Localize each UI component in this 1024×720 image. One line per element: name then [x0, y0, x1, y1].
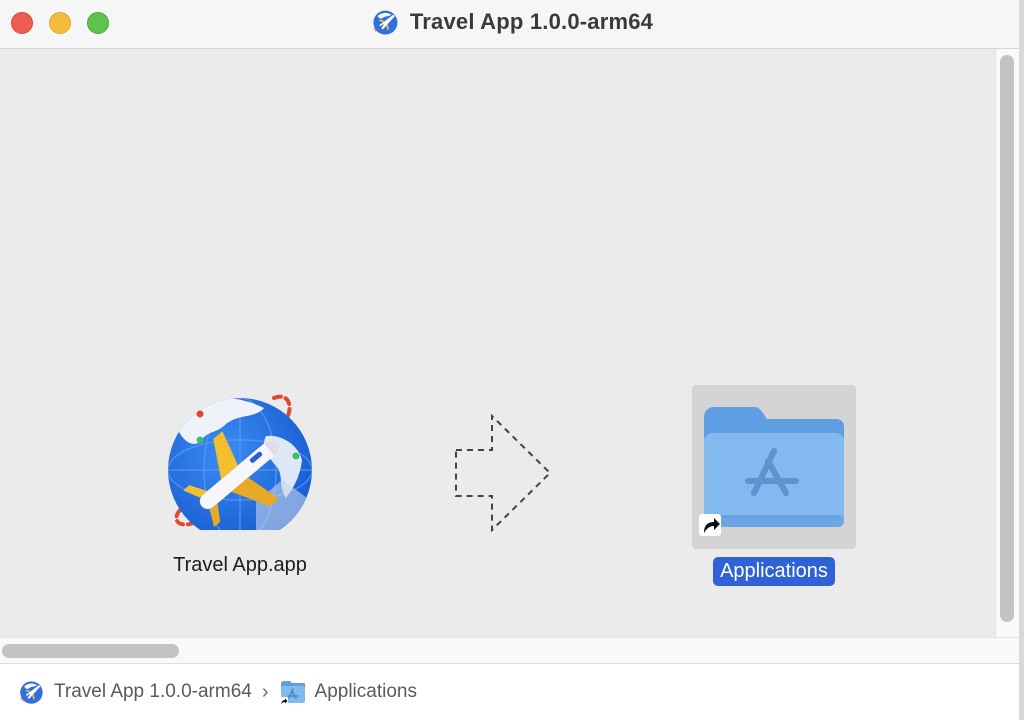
applications-folder-item[interactable]: Applications — [692, 385, 856, 586]
title-bar[interactable]: Travel App 1.0.0-arm64 — [0, 0, 1024, 49]
path-crumb-applications[interactable]: Applications — [279, 678, 417, 706]
applications-folder-icon — [279, 681, 305, 705]
travel-app-globe-icon — [20, 681, 43, 704]
app-item[interactable]: Travel App.app — [140, 390, 340, 579]
app-item-label[interactable]: Travel App.app — [166, 552, 314, 579]
applications-label[interactable]: Applications — [713, 557, 835, 586]
path-crumb-applications-label: Applications — [314, 681, 417, 702]
dashed-right-arrow-icon — [455, 413, 552, 533]
window-edge — [1019, 0, 1024, 720]
alias-arrow-icon — [699, 514, 721, 536]
vertical-scrollbar-thumb[interactable] — [1000, 55, 1014, 622]
path-crumb-volume[interactable]: Travel App 1.0.0-arm64 — [18, 678, 252, 706]
travel-app-globe-icon[interactable] — [160, 390, 320, 530]
window-title-text: Travel App 1.0.0-arm64 — [409, 9, 654, 34]
horizontal-scrollbar-thumb[interactable] — [2, 644, 179, 658]
finder-window: Travel App 1.0.0-arm64 Travel App.app Ap… — [0, 0, 1024, 720]
applications-folder-icon[interactable] — [700, 403, 848, 531]
folder-selection-highlight[interactable] — [692, 385, 856, 549]
chevron-right-icon: › — [261, 680, 269, 703]
window-title: Travel App 1.0.0-arm64 — [0, 0, 1024, 44]
path-bar: Travel App 1.0.0-arm64 › Applications — [0, 663, 1019, 720]
path-crumb-volume-label: Travel App 1.0.0-arm64 — [54, 681, 252, 702]
travel-app-globe-icon — [373, 10, 398, 35]
